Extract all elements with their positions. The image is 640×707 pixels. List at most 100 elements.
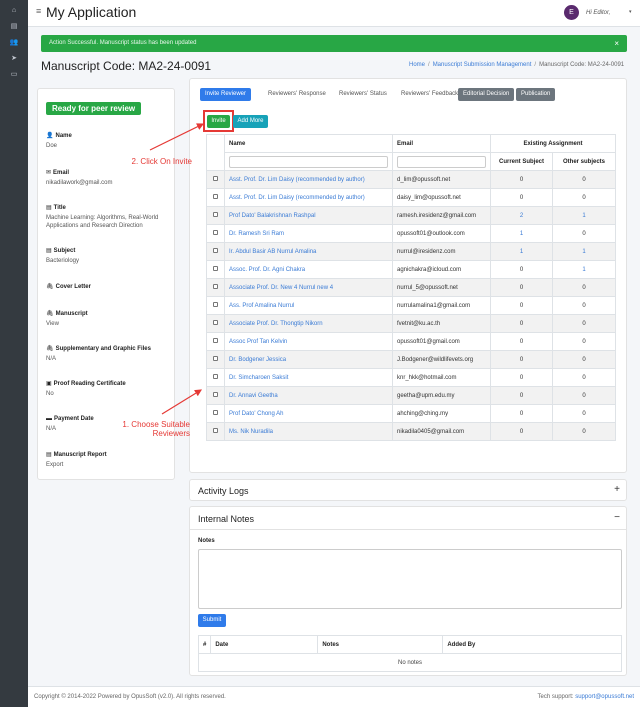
- hamburger-menu-icon[interactable]: ≡: [36, 6, 41, 16]
- reviewer-checkbox[interactable]: [213, 230, 218, 235]
- notes-empty-message: No notes: [198, 653, 622, 672]
- current-subject-count[interactable]: 2: [490, 206, 553, 225]
- reviewer-name-link[interactable]: Ass. Prof Amalina Nurrul: [224, 296, 393, 315]
- info-label-text: Email: [53, 170, 70, 176]
- select-cell: [206, 368, 225, 387]
- reviewer-checkbox[interactable]: [213, 320, 218, 325]
- info-link[interactable]: View: [46, 320, 171, 328]
- tab-reviewers-feedback[interactable]: Reviewers' Feedback: [396, 88, 463, 101]
- info-label-text: Title: [53, 205, 66, 211]
- reviewer-checkbox[interactable]: [213, 338, 218, 343]
- home-icon[interactable]: ⌂: [0, 3, 28, 19]
- info-label: ✉ Email: [46, 169, 171, 176]
- select-column-header: [206, 134, 225, 171]
- info-manuscript-report: ▤ Manuscript Report Export: [46, 451, 171, 469]
- reviewer-checkbox[interactable]: [213, 284, 218, 289]
- email-filter-input[interactable]: [397, 155, 486, 168]
- sidebar: ⌂ ▤ 👥 ➤ ▭: [0, 0, 28, 707]
- reviewer-email: geetha@upm.edu.my: [392, 386, 491, 405]
- reviewer-email: nikadila0405@gmail.com: [392, 422, 491, 441]
- info-label: 🖇 Manuscript: [46, 310, 171, 317]
- reviewer-checkbox[interactable]: [213, 248, 218, 253]
- tab-reviewers-status[interactable]: Reviewers' Status: [334, 88, 392, 101]
- reviewer-name-link[interactable]: Asst. Prof. Dr. Lim Daisy (recommended b…: [224, 170, 393, 189]
- add-more-button[interactable]: Add More: [233, 115, 268, 128]
- pointer-icon[interactable]: ➤: [0, 51, 28, 67]
- tab-editorial-decision[interactable]: Editorial Decision: [458, 88, 515, 101]
- reviewer-name-link[interactable]: Assoc Prof Tan Kelvin: [224, 332, 393, 351]
- current-subject-count: 0: [490, 368, 553, 387]
- tab-publication[interactable]: Publication: [516, 88, 556, 101]
- reviewer-checkbox[interactable]: [213, 266, 218, 271]
- footer: Copyright © 2014-2022 Powered by OpusSof…: [28, 686, 640, 707]
- support-email-link[interactable]: support@opussoft.net: [575, 694, 634, 700]
- invite-button[interactable]: Invite: [207, 115, 230, 128]
- reviewer-checkbox[interactable]: [213, 212, 218, 217]
- current-subject-count[interactable]: 1: [490, 242, 553, 261]
- submit-button[interactable]: Submit: [198, 614, 226, 627]
- reviewer-name-link[interactable]: Prof Dato' Chong Ah: [224, 404, 393, 423]
- reviewer-name-link[interactable]: Ms. Nik Nuradila: [224, 422, 393, 441]
- other-subjects-count[interactable]: 1: [552, 206, 616, 225]
- reviewer-checkbox[interactable]: [213, 428, 218, 433]
- notes-col-number: #: [197, 635, 212, 654]
- info-cover-letter: 🖇 Cover Letter: [46, 283, 171, 290]
- reviewer-email: fvetnit@ku.ac.th: [392, 314, 491, 333]
- reviewer-checkbox[interactable]: [213, 410, 218, 415]
- breadcrumb-home[interactable]: Home: [409, 62, 425, 68]
- status-badge: Ready for peer review: [46, 102, 142, 115]
- info-title: ▤ Title Machine Learning: Algorithms, Real…: [46, 204, 171, 230]
- info-label-text: Payment Date: [54, 416, 94, 422]
- name-filter-input[interactable]: [229, 155, 388, 168]
- paperclip-icon: 🖇: [46, 311, 54, 317]
- reviewer-name-link[interactable]: Associate Prof. Dr. Thongtip Nikorn: [224, 314, 393, 333]
- current-subject-count: 0: [490, 404, 553, 423]
- reviewer-checkbox[interactable]: [213, 194, 218, 199]
- tab-invite-reviewer[interactable]: Invite Reviewer: [200, 88, 252, 101]
- user-menu-label[interactable]: Hi Editor,: [586, 10, 610, 16]
- current-subject-count[interactable]: 1: [490, 224, 553, 243]
- info-link[interactable]: Export: [46, 461, 171, 469]
- reviewer-checkbox[interactable]: [213, 374, 218, 379]
- book-icon[interactable]: ▤: [0, 19, 28, 35]
- info-label-text: Subject: [53, 248, 76, 254]
- collapse-icon[interactable]: −: [614, 512, 620, 523]
- reviewer-email: opussoft01@outlook.com: [392, 224, 491, 243]
- info-label: ▣ Proof Reading Certificate: [46, 380, 171, 387]
- reviewer-name-link[interactable]: Ir. Abdul Basir AB Nurrul Amalina: [224, 242, 393, 261]
- inbox-icon[interactable]: ▭: [0, 67, 28, 83]
- chevron-down-icon[interactable]: ▾: [629, 9, 632, 15]
- reviewer-email: knr_hkk@hotmail.com: [392, 368, 491, 387]
- reviewer-email: nurrul@iresidenz.com: [392, 242, 491, 261]
- other-subjects-count[interactable]: 1: [552, 242, 616, 261]
- reviewer-name-link[interactable]: Asst. Prof. Dr. Lim Daisy (recommended b…: [224, 188, 393, 207]
- reviewer-name-link[interactable]: Dr. Annavi Geetha: [224, 386, 393, 405]
- notes-textarea[interactable]: [198, 549, 622, 609]
- activity-logs-panel[interactable]: Activity Logs +: [189, 479, 627, 501]
- breadcrumb-manuscript-management[interactable]: Manuscript Submission Management: [433, 62, 532, 68]
- table-row: Dr. Bodgener Jessica J.Bodgener@wildlifev…: [206, 350, 616, 369]
- top-navbar: ≡ My Application E Hi Editor, ▾: [28, 0, 640, 27]
- user-avatar[interactable]: E: [564, 5, 579, 20]
- envelope-icon: ✉: [46, 170, 52, 176]
- close-icon[interactable]: ×: [614, 35, 619, 52]
- users-icon[interactable]: 👥: [0, 35, 28, 51]
- table-row: Prof Dato' Balakrishnan Rashpal ramesh.ir…: [206, 206, 616, 225]
- other-subjects-count[interactable]: 1: [552, 260, 616, 279]
- tab-reviewers-response[interactable]: Reviewers' Response: [263, 88, 331, 101]
- expand-icon[interactable]: +: [614, 484, 620, 495]
- reviewer-checkbox[interactable]: [213, 302, 218, 307]
- reviewer-checkbox[interactable]: [213, 356, 218, 361]
- report-icon: ▤: [46, 452, 52, 458]
- reviewer-name-link[interactable]: Associate Prof. Dr. New 4 Nurrul new 4: [224, 278, 393, 297]
- reviewer-name-link[interactable]: Dr. Bodgener Jessica: [224, 350, 393, 369]
- reviewer-checkbox[interactable]: [213, 176, 218, 181]
- reviewer-name-link[interactable]: Prof Dato' Balakrishnan Rashpal: [224, 206, 393, 225]
- reviewer-name-link[interactable]: Assoc. Prof. Dr. Agni Chakra: [224, 260, 393, 279]
- reviewer-checkbox[interactable]: [213, 392, 218, 397]
- reviewer-name-link[interactable]: Dr. Simcharoen Saksit: [224, 368, 393, 387]
- panel-divider: [190, 529, 626, 530]
- reviewer-name-link[interactable]: Dr. Ramesh Sri Ram: [224, 224, 393, 243]
- other-subjects-count: 0: [552, 170, 616, 189]
- info-label-text: Cover Letter: [55, 284, 91, 290]
